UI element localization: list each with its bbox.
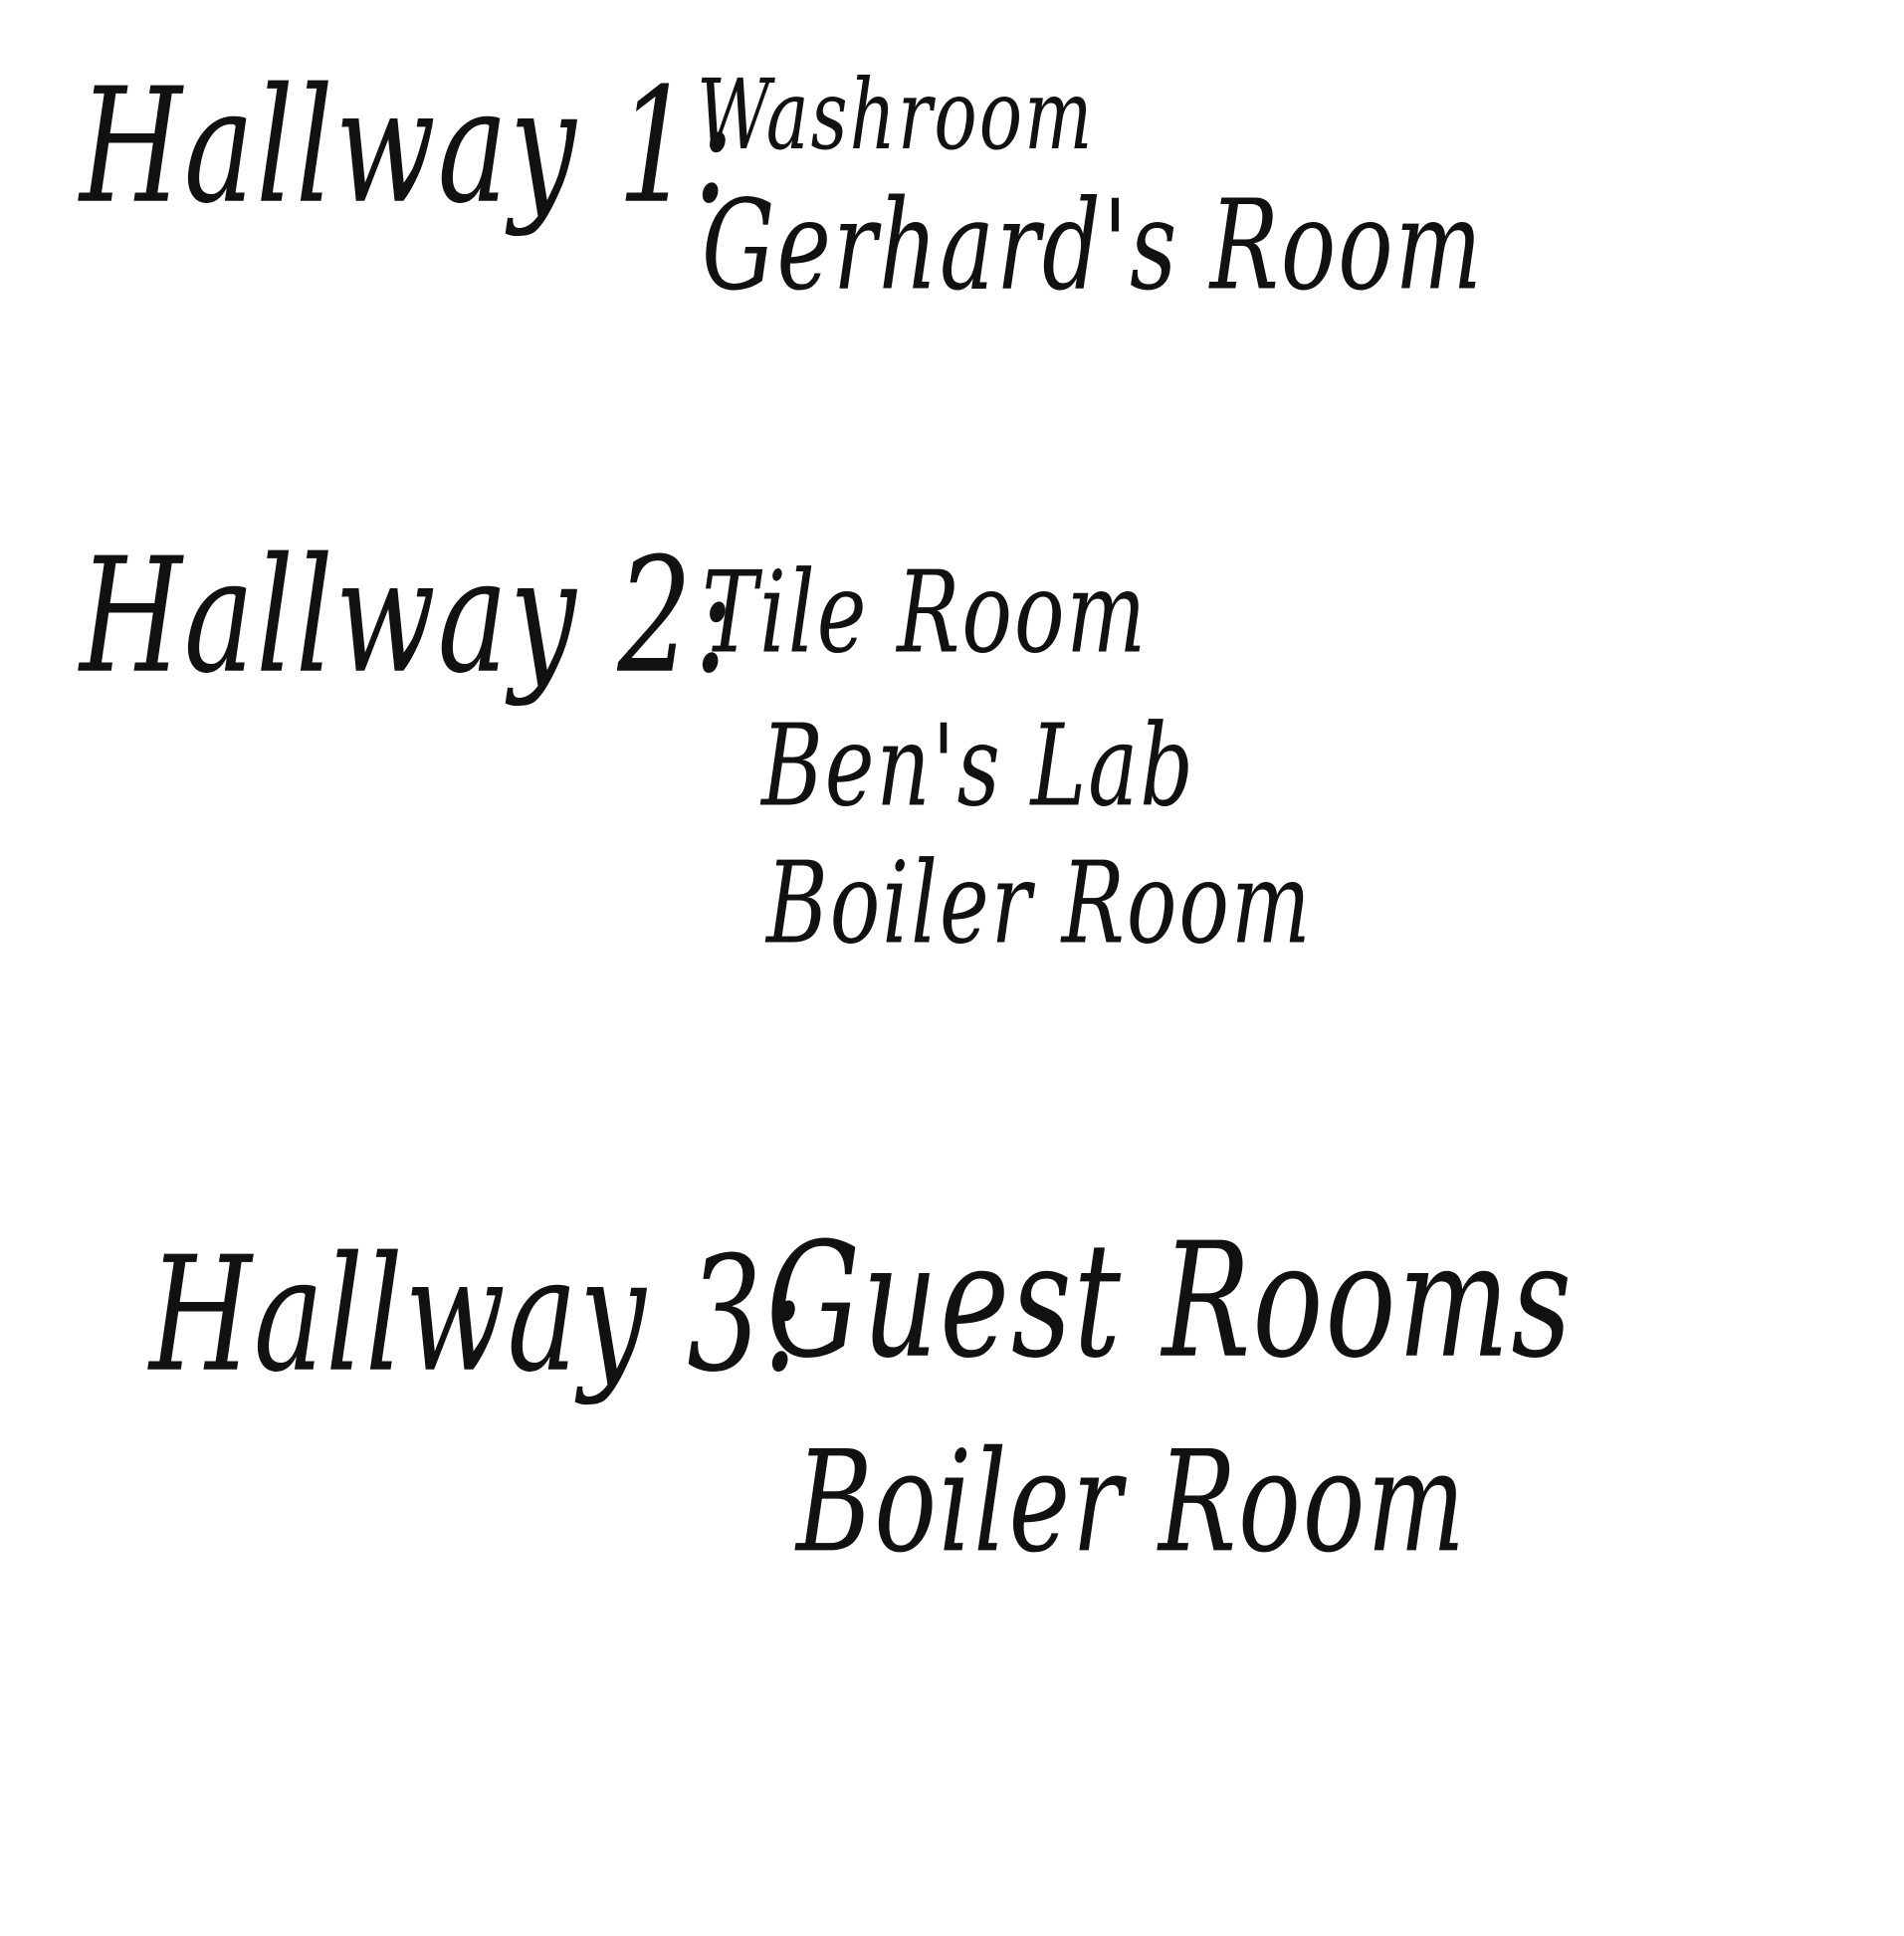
hallway-2-room-bens-lab: Ben's Lab xyxy=(761,700,1196,832)
hallway-1-room-gerhards-room: Gerhard's Room xyxy=(702,173,1484,319)
hallway-3-label: Hallway 3: xyxy=(149,1221,806,1407)
hallway-1-label: Hallway 1: xyxy=(80,53,737,239)
hallway-1-room-washroom: Washroom xyxy=(697,58,1095,172)
handwritten-note: Hallway 1: Washroom Gerhard's Room Hallw… xyxy=(0,0,1904,1936)
hallway-3-room-guest-rooms: Guest Rooms xyxy=(766,1207,1574,1394)
hallway-2-room-tile-room: Tile Room xyxy=(702,546,1149,679)
hallway-2-label: Hallway 2: xyxy=(80,523,737,709)
hallway-3-room-boiler-room: Boiler Room xyxy=(796,1419,1468,1585)
hallway-2-room-boiler-room: Boiler Room xyxy=(766,837,1313,969)
